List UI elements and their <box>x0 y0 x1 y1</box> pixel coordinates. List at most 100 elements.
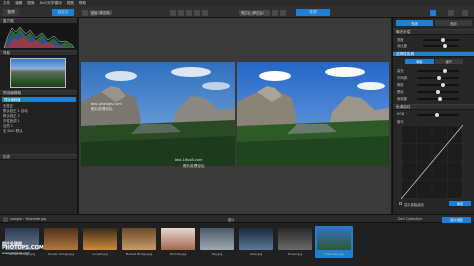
tab-organize[interactable]: 整理 <box>3 9 19 16</box>
navigator-title: 导航 <box>3 50 11 55</box>
vibrancy-slider[interactable] <box>417 97 459 101</box>
filmstrip-thumbnail[interactable]: sunset.jpg <box>81 226 119 258</box>
presets-panel: 预设编辑器 无校正 默认校正 1 自动 默认校正 2 中性色调 1 自然 1 无… <box>0 96 77 144</box>
overexposed-icon[interactable] <box>272 9 278 16</box>
brightness-slider[interactable] <box>423 38 459 42</box>
menu-edit[interactable]: 编辑 <box>15 1 22 6</box>
image-viewer: 原始 (修正前) 修正后 (修正后) bbs.photops.com 照片处理论… <box>79 10 391 214</box>
exposure-title: 曝光补偿 <box>396 29 411 34</box>
midtones-knob[interactable] <box>437 76 441 80</box>
filmstrip-thumbnail[interactable]: Screen Image.jpg <box>42 226 80 258</box>
menu-file[interactable]: 文件 <box>3 1 10 6</box>
navigator-panel <box>0 56 77 90</box>
tab-customize-label: 自定义 <box>57 10 69 14</box>
menu-view[interactable]: 视图 <box>67 1 74 6</box>
process-button[interactable]: 处理 <box>296 9 330 16</box>
curve-header[interactable]: 色调曲线 <box>393 104 474 110</box>
selective-tone-title: 选择性色调 <box>396 51 414 56</box>
shadows-slider[interactable] <box>417 83 459 87</box>
crop-icon[interactable] <box>170 9 176 16</box>
thumbnail-image <box>200 228 234 250</box>
brightness-label: 亮度 <box>397 38 404 42</box>
filmstrip-thumbnail[interactable]: Market Bridge.jpg <box>120 226 158 258</box>
highlights-knob[interactable] <box>443 69 447 73</box>
process-button-label: 处理 <box>309 10 317 14</box>
thumbnail-caption: Market Bridge.jpg <box>125 252 153 256</box>
tab-light[interactable]: 光线 <box>396 20 433 26</box>
history-header[interactable]: 历史 <box>0 154 77 160</box>
rotate-icon[interactable] <box>178 9 184 16</box>
filmstrip: Screen Image.jpg Screen Image.jpg sunset.j… <box>0 223 474 266</box>
filmstrip-thumbnail[interactable]: Street.jpg <box>276 226 314 258</box>
right-panel: 光线 色彩 曝光补偿 亮度 对比度 选择性色调 明暗 细节 高光 中间调 阴影 … <box>392 18 474 214</box>
watermark-2: 照片处理论坛 <box>91 107 113 111</box>
thumbnail-caption: Yosemite.jpg <box>324 252 344 256</box>
thumbnail-image <box>83 228 117 250</box>
after-image[interactable] <box>237 62 389 166</box>
navigator-thumbnail[interactable] <box>10 58 66 88</box>
grid-view-icon[interactable] <box>82 9 88 16</box>
straighten-icon[interactable] <box>186 9 192 16</box>
filmstrip-thumbnail[interactable]: Sky.jpg <box>198 226 236 258</box>
filmstrip-thumbnail[interactable]: Yosemite.jpg <box>315 226 353 258</box>
blacks-knob[interactable] <box>436 90 440 94</box>
dxo-collection-label[interactable]: DxO Collection <box>398 217 422 221</box>
histogram-title: 直方图 <box>3 18 14 23</box>
midtones-slider[interactable] <box>417 76 459 80</box>
right-tabs: 光线 色彩 <box>396 20 472 26</box>
contrast-slider[interactable] <box>423 44 459 48</box>
before-badge: 原始 (修正前) <box>89 10 113 15</box>
reset-button[interactable]: 重置 <box>449 201 471 206</box>
menu-help[interactable]: 帮助 <box>79 1 86 6</box>
user-icon[interactable] <box>430 9 436 16</box>
tab-color-label: 色彩 <box>450 21 457 26</box>
histogram <box>0 24 78 50</box>
contrast-label: 对比度 <box>397 44 407 48</box>
vibrancy-knob[interactable] <box>438 97 442 101</box>
selective-tone-header[interactable]: 选择性色调 <box>393 51 474 57</box>
preset-item-6[interactable]: 无 DxO 默认 <box>3 128 74 133</box>
filmstrip-path: sample › Yosemite.jpg <box>10 217 47 221</box>
filmstrip-thumbnail[interactable]: Lake.jpg <box>237 226 275 258</box>
before-image[interactable] <box>81 62 235 166</box>
watermark-1: bbs.photops.com <box>91 102 122 106</box>
tab-customize[interactable]: 自定义 <box>52 9 74 16</box>
underexposed-icon[interactable] <box>280 9 286 16</box>
menu-dxo[interactable]: DxO光学模块 <box>40 1 62 6</box>
redeye-icon[interactable] <box>194 9 200 16</box>
curve-title: 色调曲线 <box>396 104 411 109</box>
filmstrip-view-button[interactable]: 胶片视图 <box>442 216 471 223</box>
watermark-4: 照片处理论坛 <box>183 164 205 168</box>
settings-icon[interactable] <box>448 9 454 16</box>
filmstrip-thumbnail[interactable]: Portrait.jpg <box>159 226 197 258</box>
blacks-slider[interactable] <box>417 90 459 94</box>
thumbnail-caption: Sky.jpg <box>211 252 223 256</box>
thumbnail-image <box>122 228 156 250</box>
exposure-header[interactable]: 曝光补偿 <box>393 29 474 35</box>
channel-knob[interactable] <box>435 113 439 117</box>
menu-image[interactable]: 图像 <box>27 1 34 6</box>
original-curve-checkbox[interactable] <box>399 202 402 205</box>
midtones-label: 中间调 <box>397 76 407 80</box>
tone-curve-graph[interactable] <box>401 125 463 199</box>
thumbnail-image <box>278 228 312 250</box>
contrast-knob[interactable] <box>443 44 447 48</box>
channel-slider[interactable] <box>417 113 459 117</box>
preset-item-6-label: 无 DxO 默认 <box>3 129 23 133</box>
help-icon[interactable] <box>462 9 468 16</box>
sub-tab-tones[interactable]: 明暗 <box>405 59 434 64</box>
left-spacer <box>0 144 77 154</box>
footer-watermark: 照片处理网 PHOTOPS.COM www.photops.com <box>2 241 44 256</box>
brightness-knob[interactable] <box>441 38 445 42</box>
sub-tab-detail[interactable]: 细节 <box>434 59 463 64</box>
shadows-knob[interactable] <box>441 83 445 87</box>
repair-icon[interactable] <box>202 9 208 16</box>
sub-tabs: 明暗 细节 <box>405 59 463 64</box>
folder-icon[interactable] <box>3 216 8 222</box>
presets-selected[interactable]: 预设编辑器 <box>2 97 76 102</box>
highlights-slider[interactable] <box>417 69 459 73</box>
sub-tab-detail-label: 细节 <box>445 59 452 64</box>
tab-color[interactable]: 色彩 <box>435 20 472 26</box>
gamma-label: 伽马 <box>397 120 404 124</box>
history-title: 历史 <box>3 154 11 159</box>
